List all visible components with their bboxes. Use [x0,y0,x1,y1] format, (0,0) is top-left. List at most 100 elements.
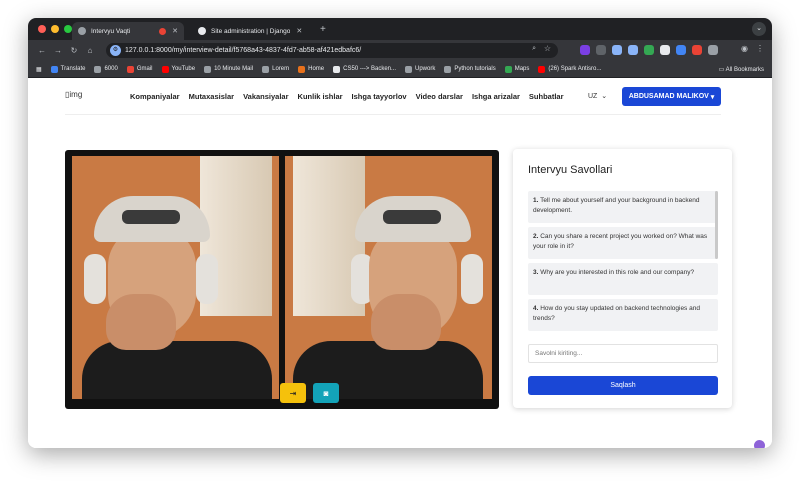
gmail-icon [126,65,134,73]
video-container: ⇥ ◙ [65,150,499,409]
reload-icon[interactable]: ↻ [66,46,82,55]
bookmark-item[interactable]: Upwork [405,65,435,73]
site-logo[interactable]: ▯img [65,90,82,99]
bookmark-item[interactable]: Lorem [262,65,290,73]
question-item: 1. Tell me about yourself and your backg… [528,191,718,223]
questions-panel: Intervyu Savollari 1. Tell me about your… [513,149,732,408]
extension-icon[interactable] [644,45,654,55]
home-icon[interactable]: ⌂ [82,46,98,55]
tab-search-button[interactable]: ⌄ [752,22,766,36]
nav-item-video-darslar[interactable]: Video darslar [416,92,463,101]
profile-icon[interactable]: ◉ [741,44,748,53]
nav-item-suhbatlar[interactable]: Suhbatlar [529,92,564,101]
tab-title: Site administration | Django [211,27,291,35]
nav-item-kompaniyalar[interactable]: Kompaniyalar [130,92,180,101]
folder-icon [444,65,452,73]
maximize-window-button[interactable] [64,25,72,33]
zoom-icon[interactable]: ⌕ [532,45,536,53]
remote-video [285,156,492,399]
nav-item-ishga-tayyorlov[interactable]: Ishga tayyorlov [352,92,407,101]
page-content: ▯img Kompaniyalar Mutaxasislar Vakansiya… [28,78,772,448]
nav-divider [65,114,721,115]
recording-icon [159,27,167,35]
main-nav: Kompaniyalar Mutaxasislar Vakansiyalar K… [130,92,564,101]
extension-icon[interactable] [612,45,622,55]
question-number: 3. [533,269,539,276]
extension-icon[interactable] [676,45,686,55]
close-tab-icon[interactable]: ✕ [296,27,302,35]
address-bar[interactable]: ⚙ 127.0.0.1:8000/my/interview-detail/f57… [106,43,558,58]
question-number: 1. [533,197,539,204]
minimize-window-button[interactable] [51,25,59,33]
extension-icon[interactable] [660,45,670,55]
headphone-right [461,254,483,304]
bookmark-item[interactable]: (26) Spark Antisro... [538,65,602,73]
bookmark-item[interactable]: Maps [504,65,529,73]
back-icon[interactable]: ← [34,46,50,55]
bookmark-item[interactable]: 10 Minute Mail [204,65,253,73]
bookmark-label: Gmail [136,66,153,72]
close-tab-icon[interactable]: ✕ [172,27,178,35]
user-menu-button[interactable]: ABDUSAMAD MALIKOV ▾ [622,87,721,106]
person-hand [371,294,441,350]
extensions-puzzle-icon[interactable] [708,45,718,55]
bookmark-item[interactable]: CS50 ---> Backen... [333,65,396,73]
forward-icon[interactable]: → [50,46,66,55]
camera-icon: ◙ [323,388,329,398]
toolbar-right: ◉ ⋮ [741,44,764,53]
all-bookmarks-button[interactable]: ▭ All Bookmarks [719,66,764,73]
bookmark-item[interactable]: Python tutorials [444,65,496,73]
bookmark-item[interactable]: Translate [50,65,85,73]
question-list[interactable]: 1. Tell me about yourself and your backg… [528,191,718,331]
question-number: 2. [533,233,539,240]
bookmarks-bar: ▦ Translate 6000 Gmail YouTube 10 Minute… [28,61,772,78]
local-video [72,156,279,399]
nav-item-ishga-arizalar[interactable]: Ishga arizalar [472,92,520,101]
floating-widget-icon[interactable] [754,440,765,448]
language-select[interactable]: UZ ⌄ [588,92,607,100]
extension-icon[interactable] [628,45,638,55]
bookmark-item[interactable]: YouTube [161,65,196,73]
x-icon [333,65,341,73]
save-button[interactable]: Saqlash [528,376,718,395]
camera-button[interactable]: ◙ [313,383,339,403]
bookmark-item[interactable]: Gmail [126,65,153,73]
bookmark-label: (26) Spark Antisro... [548,66,602,72]
bookmark-label: Lorem [272,66,290,72]
tab-title: Intervyu Vaqti [91,27,131,35]
bookmark-favicon [50,65,58,73]
nav-item-kunlik-ishlar[interactable]: Kunlik ishlar [298,92,343,101]
bookmark-item[interactable]: 6000 [94,65,118,73]
browser-toolbar: ← → ↻ ⌂ ⚙ 127.0.0.1:8000/my/interview-de… [28,40,772,61]
question-input[interactable] [528,344,718,363]
leave-call-button[interactable]: ⇥ [280,383,306,403]
site-info-icon[interactable]: ⚙ [110,45,121,56]
nav-item-vakansiyalar[interactable]: Vakansiyalar [243,92,288,101]
globe-icon [78,27,86,35]
all-bookmarks-label: All Bookmarks [725,67,764,73]
maps-icon [504,65,512,73]
extension-icon[interactable] [596,45,606,55]
nav-item-mutaxasislar[interactable]: Mutaxasislar [189,92,234,101]
question-list-scrollbar[interactable] [715,191,718,259]
tab-django-admin[interactable]: Site administration | Django ✕ [192,22,314,40]
apps-icon[interactable]: ▦ [36,66,42,73]
bookmark-star-icon[interactable]: ☆ [544,44,551,53]
bookmark-label: YouTube [171,66,196,72]
extension-icon[interactable] [692,45,702,55]
close-window-button[interactable] [38,25,46,33]
extension-icon[interactable] [580,45,590,55]
bookmark-item[interactable]: Home [298,65,324,73]
new-tab-button[interactable]: + [320,24,326,35]
person-shirt [82,341,272,399]
question-text: Tell me about yourself and your backgrou… [533,197,700,214]
tab-active[interactable]: Intervyu Vaqti ✕ [72,22,184,40]
cap-logo [122,210,180,224]
bookmark-label: CS50 ---> Backen... [343,66,396,72]
window-controls [38,25,72,33]
question-text: Why are you interested in this role and … [540,269,695,276]
bookmark-label: Python tutorials [454,66,496,72]
logo-alt-text: img [69,90,83,99]
django-icon [198,27,206,35]
menu-icon[interactable]: ⋮ [756,44,764,53]
